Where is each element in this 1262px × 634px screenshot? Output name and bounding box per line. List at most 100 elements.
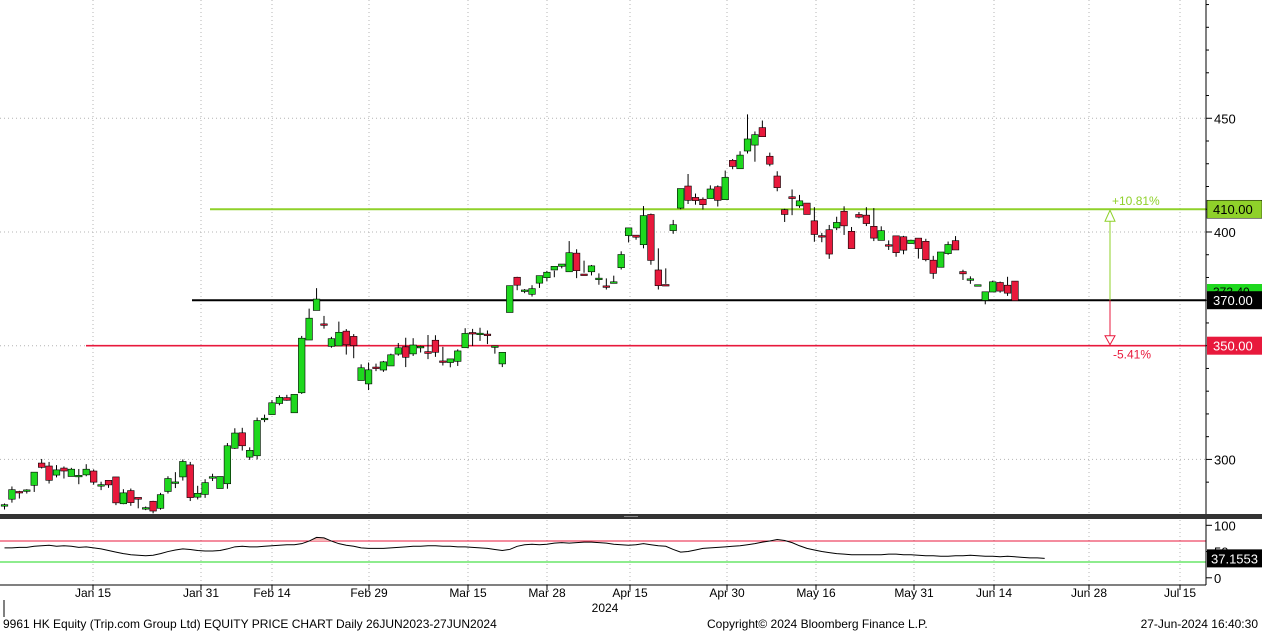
candle-body — [662, 284, 670, 287]
candle-body — [156, 494, 165, 509]
candle-body — [97, 484, 105, 487]
candle-body — [186, 464, 194, 498]
candle-body — [38, 462, 46, 468]
candle-body — [513, 276, 521, 286]
candle-body — [60, 467, 68, 472]
footer-copyright: Copyright© 2024 Bloomberg Finance L.P. — [707, 617, 928, 631]
candle-body — [595, 277, 603, 280]
candle-body — [498, 351, 506, 365]
candle-body — [461, 333, 469, 349]
candle-body — [90, 470, 98, 483]
time-tick-label: Feb 14 — [253, 586, 291, 600]
candle-body — [907, 239, 915, 244]
candle-body — [833, 222, 841, 229]
pct-up-label: +10.81% — [1112, 194, 1160, 208]
candle-body — [810, 220, 818, 235]
price-chart: +10.81%-5.41% 300350400450373.40410.0037… — [0, 0, 1262, 617]
candle-body — [520, 289, 529, 292]
candle-body — [268, 402, 276, 415]
candle-body — [951, 240, 960, 251]
candle-body — [104, 480, 113, 486]
candle-body — [981, 291, 989, 301]
rsi-line — [4, 536, 1045, 559]
candle-body — [298, 337, 306, 394]
price-tick-label: 300 — [1214, 452, 1236, 467]
candle-body — [30, 471, 38, 486]
candle-body — [119, 492, 127, 505]
pct-down-label: -5.41% — [1113, 348, 1151, 362]
time-tick-label: Mar 15 — [449, 586, 487, 600]
candle-body — [535, 275, 544, 284]
candle-body — [179, 461, 187, 478]
candle-body — [766, 155, 774, 165]
candle-body — [194, 493, 202, 498]
candle-body — [773, 175, 781, 188]
candle-body — [937, 251, 945, 268]
price-tick-label: 450 — [1214, 111, 1236, 126]
candle-body — [795, 200, 804, 207]
time-tick-label: Feb 29 — [350, 586, 388, 600]
candle-body — [855, 214, 863, 218]
candle-body — [617, 254, 625, 268]
candle-body — [699, 198, 707, 205]
candle-body — [312, 298, 321, 311]
candle-body — [899, 236, 908, 251]
candle-body — [803, 202, 811, 215]
candle-body — [714, 186, 722, 201]
candle-body — [922, 241, 930, 261]
candle-body — [127, 490, 135, 503]
tag-350-label: 350.00 — [1213, 339, 1253, 354]
time-tick-label: Jan 31 — [183, 586, 219, 600]
candle-body — [1003, 284, 1012, 294]
time-tick-label: Mar 28 — [528, 586, 566, 600]
candle-body — [847, 231, 856, 249]
candle-body — [721, 177, 729, 200]
candle-body — [142, 507, 150, 510]
candle-body — [454, 350, 462, 362]
candle-body — [15, 491, 23, 494]
candle-body — [781, 209, 789, 215]
time-tick-label: Jun 28 — [1071, 586, 1107, 600]
candle-body — [491, 345, 499, 348]
candle-body — [223, 445, 232, 485]
time-tick-label: Jan 15 — [75, 586, 111, 600]
candle-body — [929, 259, 937, 274]
candle-body — [632, 234, 640, 238]
tag-370-label: 370.00 — [1213, 293, 1253, 308]
candle-body — [476, 332, 484, 335]
candle-body — [959, 271, 967, 275]
candle-body — [758, 127, 766, 137]
candle-body — [550, 266, 558, 271]
time-tick-label: Jun 14 — [976, 586, 1012, 600]
candle-body — [602, 285, 610, 288]
candle-body — [788, 196, 796, 199]
candle-body — [52, 469, 61, 476]
candle-body — [647, 214, 655, 261]
candle-body — [216, 476, 224, 489]
candle-body — [320, 323, 328, 326]
time-tick-label: Jul 15 — [1164, 586, 1196, 600]
footer-timestamp: 27-Jun-2024 16:40:30 — [1140, 617, 1258, 631]
candle-body — [75, 475, 83, 478]
time-tick-label: Apr 15 — [612, 586, 648, 600]
candle-body — [580, 273, 588, 276]
candle-body — [996, 282, 1004, 292]
candle-body — [870, 225, 878, 239]
candle-body — [112, 476, 120, 504]
rsi-tick-label: 100 — [1214, 518, 1236, 533]
candle-body — [966, 278, 974, 281]
candle-body — [402, 346, 410, 358]
candle-body — [468, 332, 477, 335]
candle-body — [335, 331, 343, 347]
candle-body — [394, 347, 402, 355]
candle-body — [8, 489, 16, 500]
candle-body — [0, 504, 9, 507]
candle-body — [171, 481, 179, 484]
time-tick-label: May 31 — [894, 586, 934, 600]
candle-body — [565, 252, 573, 273]
candle-body — [543, 271, 551, 278]
candle-body — [208, 476, 217, 479]
candle-body — [305, 317, 313, 341]
candle-body — [342, 330, 350, 346]
candle-body — [573, 252, 581, 271]
